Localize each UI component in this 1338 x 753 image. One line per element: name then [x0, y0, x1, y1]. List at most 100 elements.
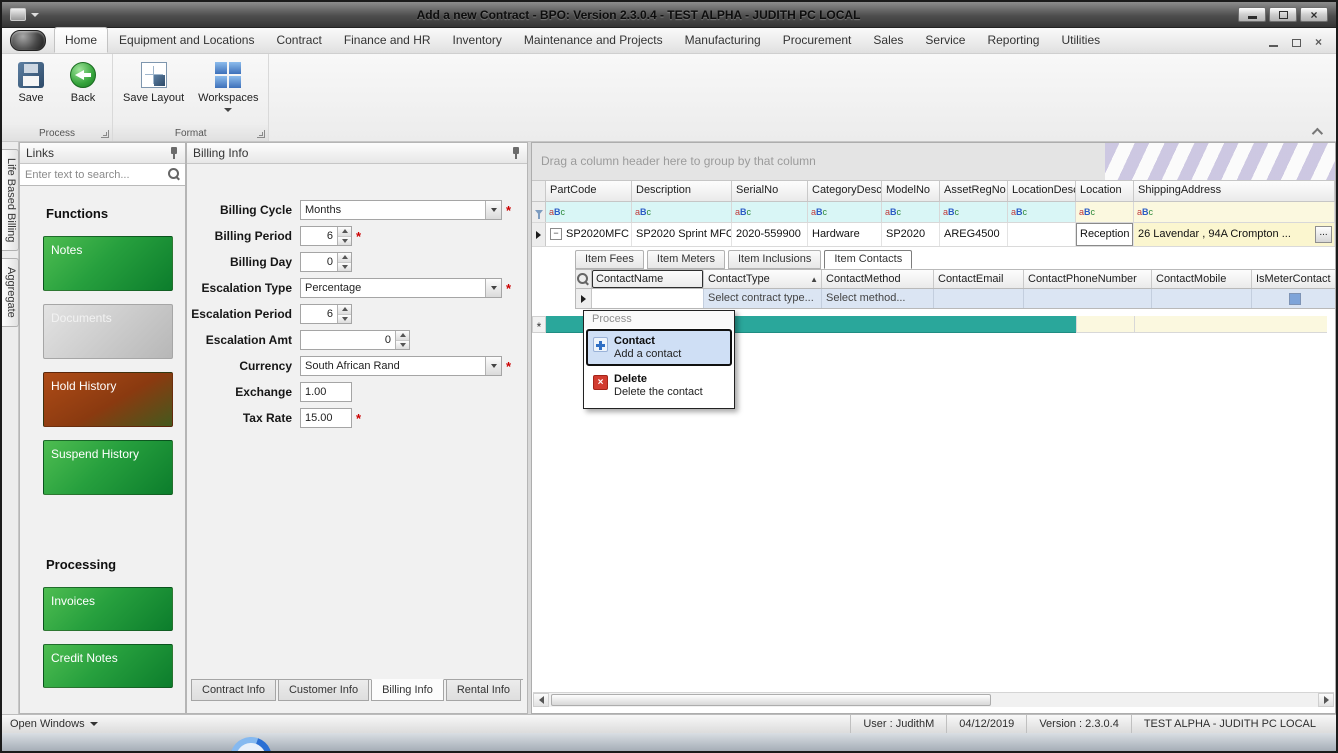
- new-row-location-cell[interactable]: [1076, 316, 1134, 333]
- billing-tab[interactable]: Rental Info: [445, 680, 522, 701]
- application-menu-button[interactable]: [10, 30, 46, 51]
- billing-tab[interactable]: Contract Info: [191, 680, 276, 701]
- column-header[interactable]: Location: [1076, 181, 1134, 201]
- contact-name-cell[interactable]: [592, 289, 704, 308]
- dropdown-button[interactable]: [485, 357, 501, 375]
- field-control[interactable]: 6: [300, 304, 352, 324]
- ribbon-tab[interactable]: Reporting: [976, 27, 1050, 53]
- ribbon-tab[interactable]: Manufacturing: [674, 27, 772, 53]
- function-button[interactable]: Invoices: [43, 587, 173, 631]
- billing-tab[interactable]: Customer Info: [277, 680, 370, 701]
- spin-down-button[interactable]: [338, 236, 351, 245]
- detail-tab[interactable]: Item Contacts: [824, 250, 913, 269]
- filter-cell[interactable]: [1008, 202, 1076, 222]
- contact-email-cell[interactable]: [934, 289, 1024, 308]
- ribbon-button[interactable]: Workspaces: [192, 59, 264, 115]
- grid-cell[interactable]: SP2020: [882, 223, 940, 246]
- function-button[interactable]: Documents: [43, 304, 173, 359]
- app-icon[interactable]: [10, 8, 26, 21]
- function-button[interactable]: Suspend History: [43, 440, 173, 495]
- field-control[interactable]: Months: [300, 200, 502, 220]
- ribbon-tab[interactable]: Utilities: [1050, 27, 1111, 53]
- column-header[interactable]: PartCode: [546, 181, 632, 201]
- group-by-band[interactable]: Drag a column header here to group by th…: [532, 143, 1335, 181]
- search-icon[interactable]: [168, 168, 181, 181]
- scroll-right-button[interactable]: [1318, 693, 1334, 707]
- column-header[interactable]: ModelNo: [882, 181, 940, 201]
- ribbon-tab[interactable]: Equipment and Locations: [108, 27, 265, 53]
- grid-cell[interactable]: [1008, 223, 1076, 246]
- spin-up-button[interactable]: [338, 253, 351, 263]
- detail-column-header[interactable]: IsMeterContact: [1252, 270, 1335, 288]
- grid-cell[interactable]: SP2020MFC: [546, 223, 632, 246]
- contact-type-cell[interactable]: Select contract type...: [704, 289, 822, 308]
- spinner-buttons[interactable]: [337, 227, 351, 245]
- column-header[interactable]: SerialNo: [732, 181, 808, 201]
- scrollbar-thumb[interactable]: [551, 694, 991, 706]
- dialog-launcher-icon[interactable]: [257, 130, 266, 138]
- ribbon-tab[interactable]: Finance and HR: [333, 27, 442, 53]
- contact-mobile-cell[interactable]: [1152, 289, 1252, 308]
- field-control[interactable]: 15.00: [300, 408, 352, 428]
- ribbon-button[interactable]: Save Layout: [117, 59, 190, 107]
- ribbon-button[interactable]: Save: [6, 59, 56, 107]
- detail-column-header[interactable]: ContactPhoneNumber: [1024, 270, 1152, 288]
- pin-icon[interactable]: [169, 146, 179, 160]
- spinner-buttons[interactable]: [337, 253, 351, 271]
- mdi-close-icon[interactable]: ×: [1315, 36, 1322, 48]
- quick-access-caret-icon[interactable]: [31, 12, 39, 17]
- grid-cell[interactable]: 2020-559900: [732, 223, 808, 246]
- ribbon-tab[interactable]: Service: [914, 27, 976, 53]
- dialog-launcher-icon[interactable]: [101, 130, 109, 138]
- minimize-button[interactable]: [1238, 7, 1266, 22]
- spin-down-button[interactable]: [338, 314, 351, 323]
- ribbon-tab[interactable]: Maintenance and Projects: [513, 27, 674, 53]
- filter-cell[interactable]: [1076, 202, 1134, 222]
- dropdown-button[interactable]: [485, 279, 501, 297]
- context-menu-item[interactable]: Contact Add a contact: [586, 329, 732, 366]
- spin-up-button[interactable]: [338, 305, 351, 315]
- column-header[interactable]: LocationDesc: [1008, 181, 1076, 201]
- field-control[interactable]: 0: [300, 330, 410, 350]
- filter-cell[interactable]: [546, 202, 632, 222]
- contact-method-cell[interactable]: Select method...: [822, 289, 934, 308]
- side-vertical-tab[interactable]: Life Based Billing: [2, 149, 19, 252]
- field-control[interactable]: Percentage: [300, 278, 502, 298]
- spinner-buttons[interactable]: [395, 331, 409, 349]
- search-input[interactable]: [20, 168, 168, 181]
- search-icon[interactable]: [577, 272, 590, 286]
- grid-cell[interactable]: SP2020 Sprint MFC: [632, 223, 732, 246]
- spin-down-button[interactable]: [396, 340, 409, 349]
- filter-cell[interactable]: [732, 202, 808, 222]
- side-vertical-tab[interactable]: Aggregate: [2, 258, 19, 328]
- ribbon-tab[interactable]: Procurement: [772, 27, 863, 53]
- checkbox-icon[interactable]: [1289, 292, 1301, 305]
- dropdown-button[interactable]: [485, 201, 501, 219]
- filter-cell[interactable]: [1134, 202, 1335, 222]
- maximize-button[interactable]: [1269, 7, 1297, 22]
- detail-column-header[interactable]: ContactMethod: [822, 270, 934, 288]
- context-menu-item[interactable]: Delete Delete the contact: [586, 367, 732, 404]
- column-header[interactable]: Description: [632, 181, 732, 201]
- detail-column-header[interactable]: ContactType: [704, 270, 822, 288]
- is-meter-contact-cell[interactable]: [1252, 289, 1335, 308]
- field-control[interactable]: 0: [300, 252, 352, 272]
- detail-column-header[interactable]: ContactEmail: [934, 270, 1024, 288]
- spin-up-button[interactable]: [396, 331, 409, 341]
- ellipsis-button[interactable]: ...: [1315, 226, 1332, 243]
- ribbon-tab[interactable]: Home: [54, 27, 109, 53]
- mdi-minimize-icon[interactable]: [1268, 45, 1278, 47]
- detail-column-header[interactable]: ContactName: [592, 270, 704, 288]
- detail-column-header[interactable]: ContactMobile: [1152, 270, 1252, 288]
- filter-cell[interactable]: [632, 202, 732, 222]
- mdi-restore-icon[interactable]: [1291, 38, 1301, 47]
- function-button[interactable]: Hold History: [43, 372, 173, 427]
- column-header[interactable]: AssetRegNo: [940, 181, 1008, 201]
- ribbon-tab[interactable]: Inventory: [442, 27, 513, 53]
- filter-cell[interactable]: [940, 202, 1008, 222]
- function-button[interactable]: Credit Notes: [43, 644, 173, 688]
- close-button[interactable]: ×: [1300, 7, 1328, 22]
- field-control[interactable]: 1.00: [300, 382, 352, 402]
- scroll-left-button[interactable]: [533, 693, 549, 707]
- billing-tab[interactable]: Billing Info: [371, 679, 444, 701]
